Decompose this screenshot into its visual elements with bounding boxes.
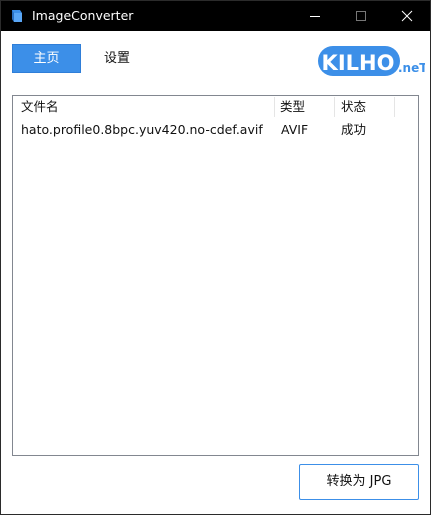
file-list[interactable]: 文件名 类型 状态 hato.profile0.8bpc.yuv420.no-c…: [12, 95, 419, 456]
minimize-icon: [310, 16, 320, 17]
window-title: ImageConverter: [32, 8, 134, 23]
maximize-icon: [356, 11, 366, 21]
column-header-type[interactable]: 类型: [280, 96, 305, 118]
column-separator[interactable]: [334, 97, 335, 117]
convert-to-jpg-button[interactable]: 转换为 JPG: [299, 464, 419, 500]
svg-text:KILHO: KILHO: [322, 51, 395, 75]
row-type: AVIF: [281, 122, 309, 137]
title-bar[interactable]: ImageConverter: [1, 1, 430, 31]
close-icon: [401, 10, 413, 22]
tab-home[interactable]: 主页: [12, 44, 81, 73]
column-header-filename[interactable]: 文件名: [21, 96, 59, 118]
column-separator[interactable]: [394, 97, 395, 117]
minimize-button[interactable]: [292, 1, 338, 31]
column-header-status[interactable]: 状态: [341, 96, 366, 118]
column-separator[interactable]: [274, 97, 275, 117]
close-button[interactable]: [384, 1, 430, 31]
svg-text:.neT: .neT: [398, 61, 425, 75]
table-row[interactable]: hato.profile0.8bpc.yuv420.no-cdef.avif A…: [13, 120, 418, 140]
main-window: ImageConverter 主页 设置 KILHO .neT 文件名 类型 状…: [0, 0, 431, 515]
maximize-button[interactable]: [338, 1, 384, 31]
list-header: 文件名 类型 状态: [13, 96, 418, 118]
row-filename: hato.profile0.8bpc.yuv420.no-cdef.avif: [21, 122, 263, 137]
kilho-logo: KILHO .neT: [317, 41, 428, 79]
tab-settings[interactable]: 设置: [92, 44, 142, 73]
app-icon: [10, 8, 24, 24]
row-status: 成功: [341, 122, 367, 137]
